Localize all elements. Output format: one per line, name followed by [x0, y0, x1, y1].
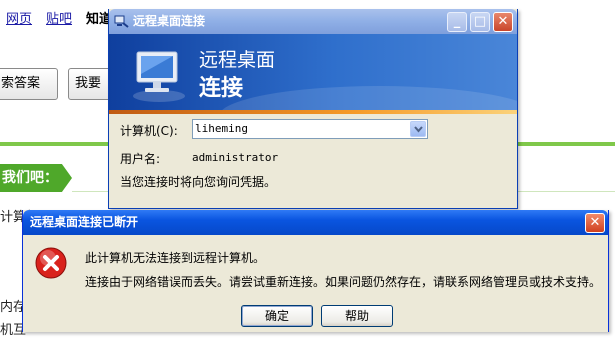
error-close-button[interactable]: ✕: [585, 213, 605, 233]
error-icon: [35, 247, 67, 279]
minimize-icon: _: [453, 14, 461, 29]
search-answer-label: 索答案: [1, 76, 41, 91]
rdp-titlebar[interactable]: 远程桌面连接 _ □ ✕: [109, 9, 517, 34]
maximize-button[interactable]: □: [470, 12, 490, 32]
ask-button-label: 我要: [75, 76, 102, 91]
rdp-window-title: 远程桌面连接: [133, 14, 206, 28]
computer-value: liheming: [195, 122, 248, 135]
help-button[interactable]: 帮助: [321, 305, 393, 327]
rdp-banner: 远程桌面 连接: [109, 34, 517, 114]
close-icon: ✕: [589, 215, 601, 230]
error-message-primary: 此计算机无法连接到远程计算机。: [85, 251, 266, 265]
nav-link-tieba[interactable]: 贴吧: [46, 8, 72, 27]
error-message-detail: 连接由于网络错误而丢失。请尝试重新连接。如果问题仍然存在，请联系网络管理员或技术…: [85, 275, 602, 289]
banner-accent-stripe: [109, 110, 517, 114]
banner-title-line1: 远程桌面: [199, 49, 276, 71]
computer-label: 计算机(C):: [120, 124, 178, 138]
error-body: 此计算机无法连接到远程计算机。 连接由于网络错误而丢失。请尝试重新连接。如果问题…: [23, 235, 608, 332]
close-icon: ✕: [497, 14, 509, 29]
error-titlebar[interactable]: 远程桌面连接已断开 ✕: [23, 210, 608, 235]
dropdown-arrow-button[interactable]: [410, 121, 426, 137]
minimize-button[interactable]: _: [447, 12, 467, 32]
chevron-down-icon: [414, 126, 423, 133]
banner-title-line2: 连接: [199, 76, 244, 101]
ok-button[interactable]: 确定: [241, 305, 313, 327]
section-tab[interactable]: 我们吧：: [0, 164, 72, 192]
error-dialog-title: 远程桌面连接已断开: [30, 215, 139, 229]
computer-dropdown[interactable]: liheming: [192, 119, 428, 139]
nav-link-webpage[interactable]: 网页: [6, 8, 32, 27]
search-answer-button[interactable]: 索答案: [0, 68, 58, 100]
username-label: 用户名:: [120, 152, 161, 166]
rdp-app-icon: [114, 15, 129, 28]
credential-info-text: 当您连接时将向您询问凭据。: [120, 175, 277, 189]
maximize-icon: □: [473, 14, 487, 29]
monitor-icon: [133, 51, 185, 102]
rdp-close-button[interactable]: ✕: [493, 12, 513, 32]
disconnected-dialog: 远程桌面连接已断开 ✕ 此计算机无法连接到远程计算机。 连接由于网络错误而丢失。…: [22, 210, 609, 332]
username-value: administrator: [192, 151, 279, 164]
